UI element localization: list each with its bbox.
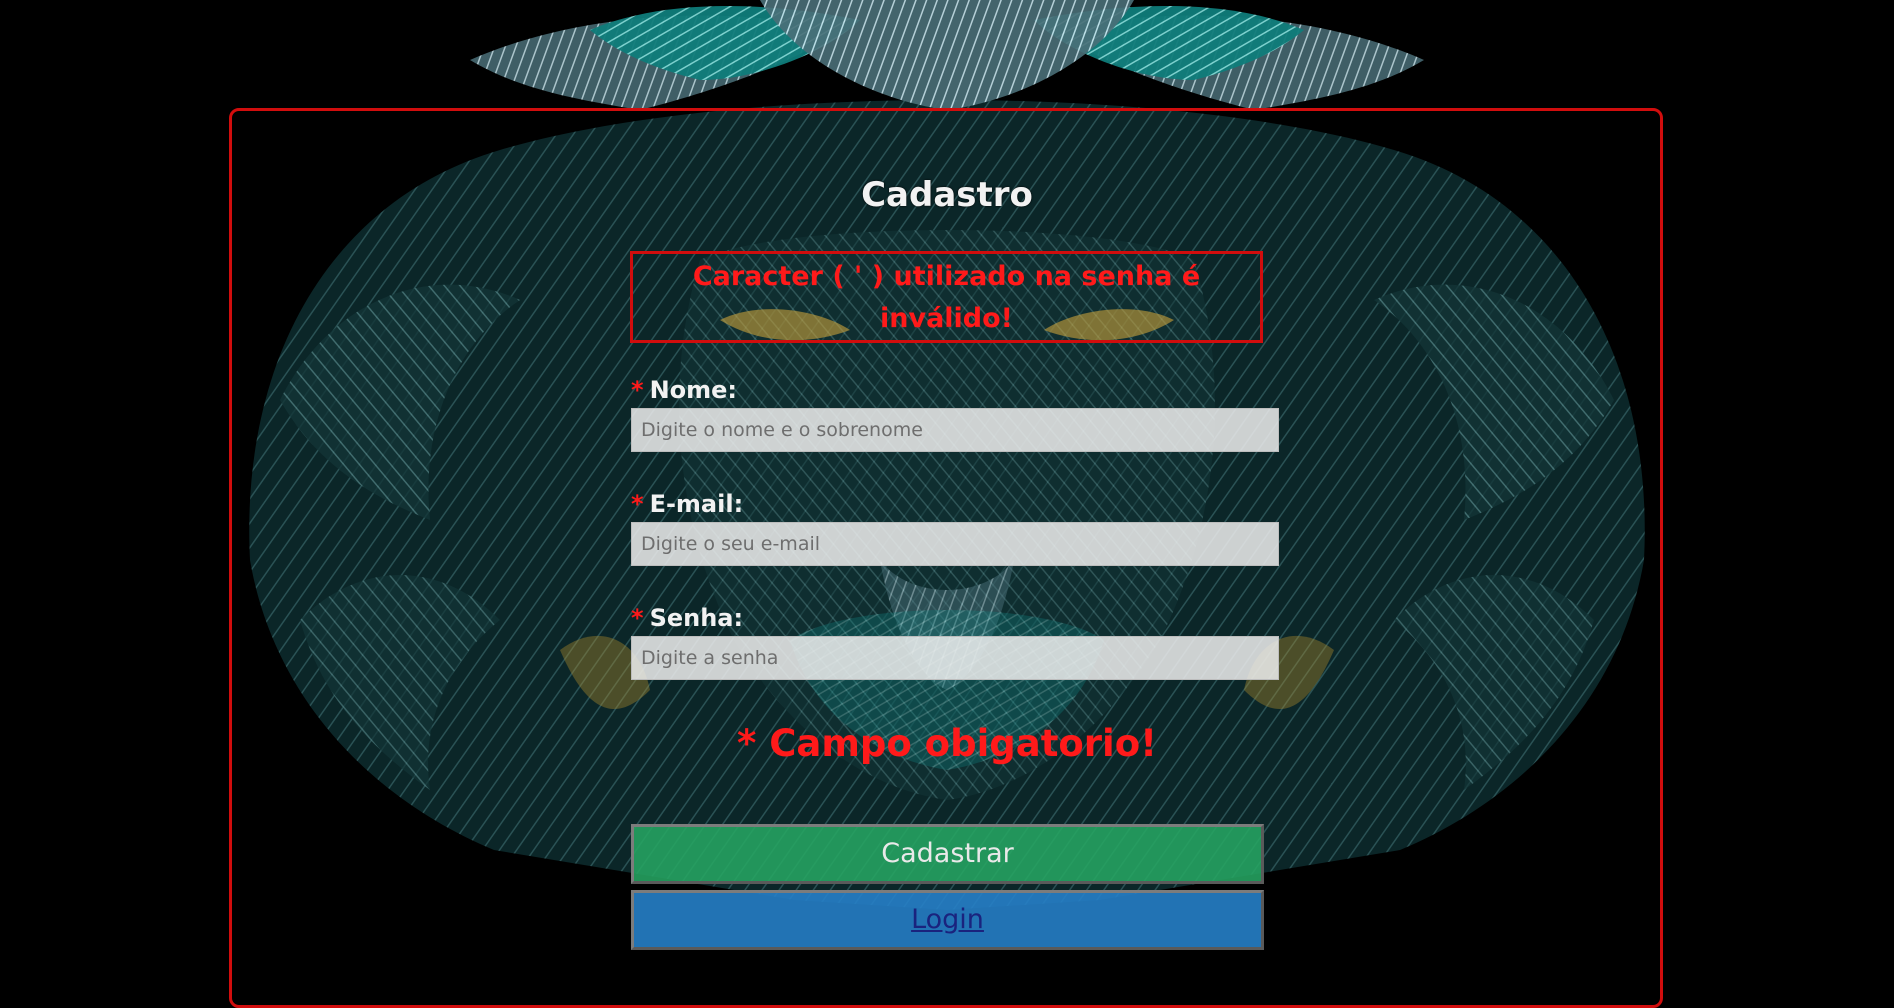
required-asterisk: * bbox=[631, 604, 644, 632]
required-field-note: * Campo obigatorio! bbox=[736, 722, 1158, 765]
password-input[interactable] bbox=[631, 636, 1279, 680]
error-message: Caracter ( ' ) utilizado na senha é invá… bbox=[630, 251, 1263, 343]
password-label-text: Senha: bbox=[649, 604, 744, 632]
required-asterisk: * bbox=[631, 376, 644, 404]
register-button[interactable]: Cadastrar bbox=[631, 824, 1264, 884]
name-label-text: Nome: bbox=[649, 376, 738, 404]
email-input[interactable] bbox=[631, 522, 1279, 566]
email-label-text: E-mail: bbox=[649, 490, 744, 518]
required-asterisk: * bbox=[631, 490, 644, 518]
password-label: * Senha: bbox=[631, 604, 743, 632]
email-label: * E-mail: bbox=[631, 490, 743, 518]
page-title: Cadastro bbox=[861, 175, 1033, 215]
name-input[interactable] bbox=[631, 408, 1279, 452]
login-link-button[interactable]: Login bbox=[631, 890, 1264, 950]
name-label: * Nome: bbox=[631, 376, 737, 404]
